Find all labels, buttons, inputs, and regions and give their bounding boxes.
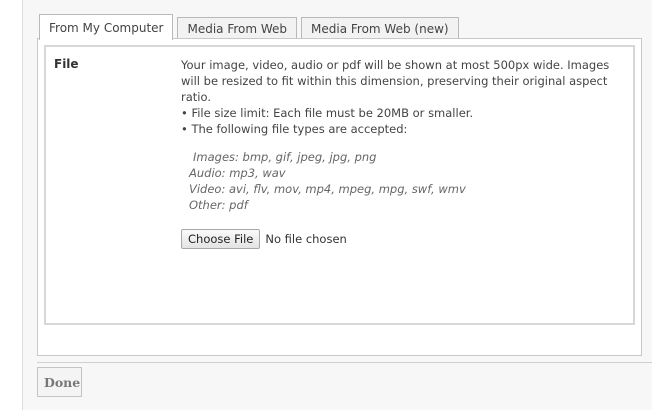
file-field-label: File [54, 57, 79, 71]
tab-bar: From My Computer Media From Web Media Fr… [39, 14, 463, 40]
accepted-types-other: Other: pdf [189, 198, 248, 212]
file-field-box: File Your image, video, audio or pdf wil… [44, 45, 635, 325]
tab-media-from-web-new[interactable]: Media From Web (new) [301, 17, 459, 40]
accepted-types-audio: Audio: mp3, wav [189, 166, 286, 180]
file-types-note: • The following file types are accepted: [181, 122, 408, 136]
upload-description: Your image, video, audio or pdf will be … [181, 58, 610, 104]
done-button[interactable]: Done [37, 367, 82, 397]
file-status-text: No file chosen [265, 232, 347, 246]
choose-file-button[interactable]: Choose File [181, 229, 261, 249]
accepted-types-video: Video: avi, flv, mov, mp4, mpeg, mpg, sw… [189, 182, 466, 196]
file-field-content: Your image, video, audio or pdf will be … [181, 57, 621, 249]
tab-media-from-web[interactable]: Media From Web [177, 17, 298, 40]
accepted-types-images: Images: bmp, gif, jpeg, jpg, png [193, 150, 377, 164]
footer-divider [37, 362, 652, 363]
media-upload-dialog: From My Computer Media From Web Media Fr… [22, 0, 652, 410]
tab-panel: File Your image, video, audio or pdf wil… [37, 38, 642, 356]
size-limit-note: • File size limit: Each file must be 20M… [181, 106, 474, 120]
accepted-types-list: Images: bmp, gif, jpeg, jpg, png Audio: … [189, 149, 621, 213]
tab-from-my-computer[interactable]: From My Computer [39, 14, 174, 40]
file-input-row: Choose File No file chosen [181, 229, 621, 249]
